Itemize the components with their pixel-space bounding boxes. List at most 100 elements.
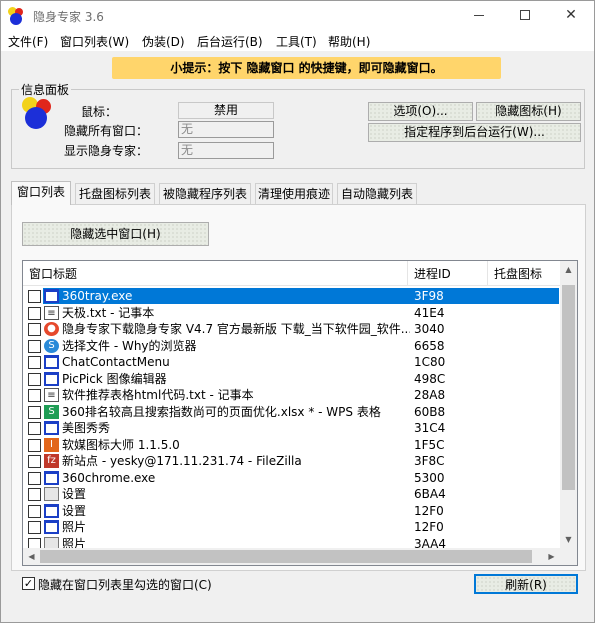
- app-logo-large-icon: [22, 97, 56, 131]
- show-app-hotkey-field[interactable]: 无: [178, 142, 274, 159]
- row-checkbox[interactable]: [28, 455, 41, 468]
- maximize-button[interactable]: [502, 1, 548, 31]
- table-row[interactable]: PicPick 图像编辑器 498C: [23, 371, 560, 388]
- row-checkbox[interactable]: [28, 290, 41, 303]
- scroll-right-icon[interactable]: ▶: [543, 548, 560, 565]
- row-checkbox[interactable]: [28, 438, 41, 452]
- row-window-title: 360chrome.exe: [62, 470, 156, 485]
- tab-window-list[interactable]: 窗口列表: [11, 181, 71, 205]
- table-row[interactable]: 360chrome.exe 5300: [23, 470, 560, 487]
- close-icon: ✕: [565, 7, 577, 23]
- table-row[interactable]: S 360排名较高且搜索指数尚可的页面优化.xlsx * - WPS 表格 60B8: [23, 404, 560, 421]
- column-tray-icon[interactable]: 托盘图标: [488, 261, 560, 285]
- menu-file[interactable]: 文件(F): [8, 33, 48, 50]
- row-checkbox[interactable]: [28, 504, 41, 518]
- row-checkbox[interactable]: [28, 389, 41, 402]
- row-process-id: 498C: [414, 371, 446, 386]
- row-process-id: 31C4: [414, 421, 446, 435]
- row-checkbox[interactable]: [28, 339, 41, 353]
- filezilla-icon: fz: [44, 454, 59, 468]
- menu-disguise[interactable]: 伪装(D): [142, 33, 185, 50]
- table-row[interactable]: ● 隐身专家下载隐身专家 V4.7 官方最新版 下载_当下软件园_软件... 304…: [23, 321, 560, 338]
- hide-selected-window-button[interactable]: 隐藏选中窗口(H): [22, 222, 209, 246]
- window-icon: [44, 355, 59, 369]
- minimize-button[interactable]: [456, 1, 502, 31]
- settings-window-icon: [44, 487, 59, 501]
- window-icon: [44, 371, 59, 386]
- table-row[interactable]: 设置 12F0: [23, 503, 560, 520]
- table-row[interactable]: S 选择文件 - Why的浏览器 6658: [23, 338, 560, 355]
- refresh-button[interactable]: 刷新(R): [474, 574, 578, 594]
- window-icon: [44, 421, 59, 435]
- table-row[interactable]: 照片 12F0: [23, 519, 560, 536]
- row-process-id: 12F0: [414, 503, 444, 518]
- scroll-down-icon[interactable]: ▼: [560, 531, 577, 548]
- row-window-title: 360排名较高且搜索指数尚可的页面优化.xlsx * - WPS 表格: [62, 404, 381, 419]
- scroll-corner: [560, 548, 577, 565]
- row-checkbox[interactable]: [28, 405, 41, 419]
- minimize-icon: [474, 15, 484, 16]
- row-window-title: PicPick 图像编辑器: [62, 371, 167, 386]
- window-listview[interactable]: 窗口标题 进程ID 托盘图标 360tray.exe 3F98 ≡ 天极.txt - …: [22, 260, 578, 566]
- table-row[interactable]: ≡ 软件推荐表格html代码.txt - 记事本 28A8: [23, 387, 560, 404]
- row-checkbox[interactable]: [28, 471, 41, 485]
- tip-banner: 小提示：按下 隐藏窗口 的快捷键，即可隐藏窗口。: [112, 57, 501, 79]
- row-window-title: 美图秀秀: [62, 421, 111, 435]
- window-icon: [44, 520, 59, 534]
- tab-clean-traces[interactable]: 清理使用痕迹: [255, 183, 333, 204]
- row-process-id: 1C80: [414, 355, 446, 369]
- row-checkbox[interactable]: [28, 521, 41, 534]
- table-row[interactable]: ≡ 天极.txt - 记事本 41E4: [23, 305, 560, 322]
- hide-all-label: 隐藏所有窗口：: [64, 124, 149, 138]
- table-row[interactable]: 设置 6BA4: [23, 486, 560, 503]
- row-process-id: 12F0: [414, 520, 444, 534]
- show-app-label: 显示隐身专家：: [64, 144, 149, 158]
- row-window-title: 照片: [62, 520, 87, 534]
- vertical-scrollbar[interactable]: ▲ ▼: [560, 261, 577, 548]
- table-row[interactable]: I 软媒图标大师 1.1.5.0 1F5C: [23, 437, 560, 454]
- window-icon: [44, 289, 59, 303]
- column-process-id[interactable]: 进程ID: [408, 261, 488, 285]
- vertical-scroll-thumb[interactable]: [562, 285, 575, 490]
- hide-checked-checkbox[interactable]: ✓: [22, 577, 35, 590]
- table-row[interactable]: 360tray.exe 3F98: [23, 288, 560, 305]
- table-row[interactable]: ChatContactMenu 1C80: [23, 354, 560, 371]
- scroll-up-icon[interactable]: ▲: [560, 261, 577, 278]
- row-checkbox[interactable]: [28, 372, 41, 386]
- options-button[interactable]: 选项(O)...: [368, 102, 473, 121]
- hide-all-hotkey-field[interactable]: 无: [178, 121, 274, 138]
- row-checkbox[interactable]: [28, 306, 41, 320]
- row-checkbox[interactable]: [28, 488, 41, 501]
- close-button[interactable]: ✕: [548, 1, 594, 31]
- app-logo-icon: [8, 7, 26, 25]
- row-process-id: 41E4: [414, 305, 445, 320]
- row-checkbox[interactable]: [28, 422, 41, 435]
- scroll-left-icon[interactable]: ◀: [23, 548, 40, 565]
- row-process-id: 6658: [414, 338, 445, 353]
- window-title: 隐身专家 3.6: [33, 10, 104, 24]
- horizontal-scroll-thumb[interactable]: [40, 550, 532, 563]
- table-row[interactable]: 美图秀秀 31C4: [23, 420, 560, 437]
- tab-hidden-programs[interactable]: 被隐藏程序列表: [159, 183, 251, 204]
- assign-background-button[interactable]: 指定程序到后台运行(W)...: [368, 123, 581, 142]
- menu-help[interactable]: 帮助(H): [328, 33, 370, 50]
- wps-sheet-icon: S: [44, 404, 59, 419]
- maximize-icon: [520, 10, 530, 20]
- column-window-title[interactable]: 窗口标题: [23, 261, 408, 285]
- horizontal-scrollbar[interactable]: ◀ ▶: [23, 548, 560, 565]
- menu-tools[interactable]: 工具(T): [276, 33, 317, 50]
- menu-background-run[interactable]: 后台运行(B): [197, 33, 263, 50]
- row-window-title: 天极.txt - 记事本: [62, 305, 155, 320]
- tab-tray-icons[interactable]: 托盘图标列表: [75, 183, 155, 204]
- row-checkbox[interactable]: [28, 356, 41, 369]
- hide-icon-button[interactable]: 隐藏图标(H): [476, 102, 581, 121]
- title-bar[interactable]: 隐身专家 3.6 ✕: [1, 1, 594, 31]
- row-process-id: 3F98: [414, 289, 444, 303]
- icon-master-icon: I: [44, 437, 59, 452]
- row-process-id: 60B8: [414, 404, 446, 419]
- row-window-title: 设置: [62, 503, 87, 518]
- table-row[interactable]: fz 新站点 - yesky@171.11.231.74 - FileZilla 3…: [23, 453, 560, 470]
- row-checkbox[interactable]: [28, 323, 41, 336]
- menu-window-list[interactable]: 窗口列表(W): [60, 33, 129, 50]
- tab-auto-hide[interactable]: 自动隐藏列表: [337, 183, 417, 204]
